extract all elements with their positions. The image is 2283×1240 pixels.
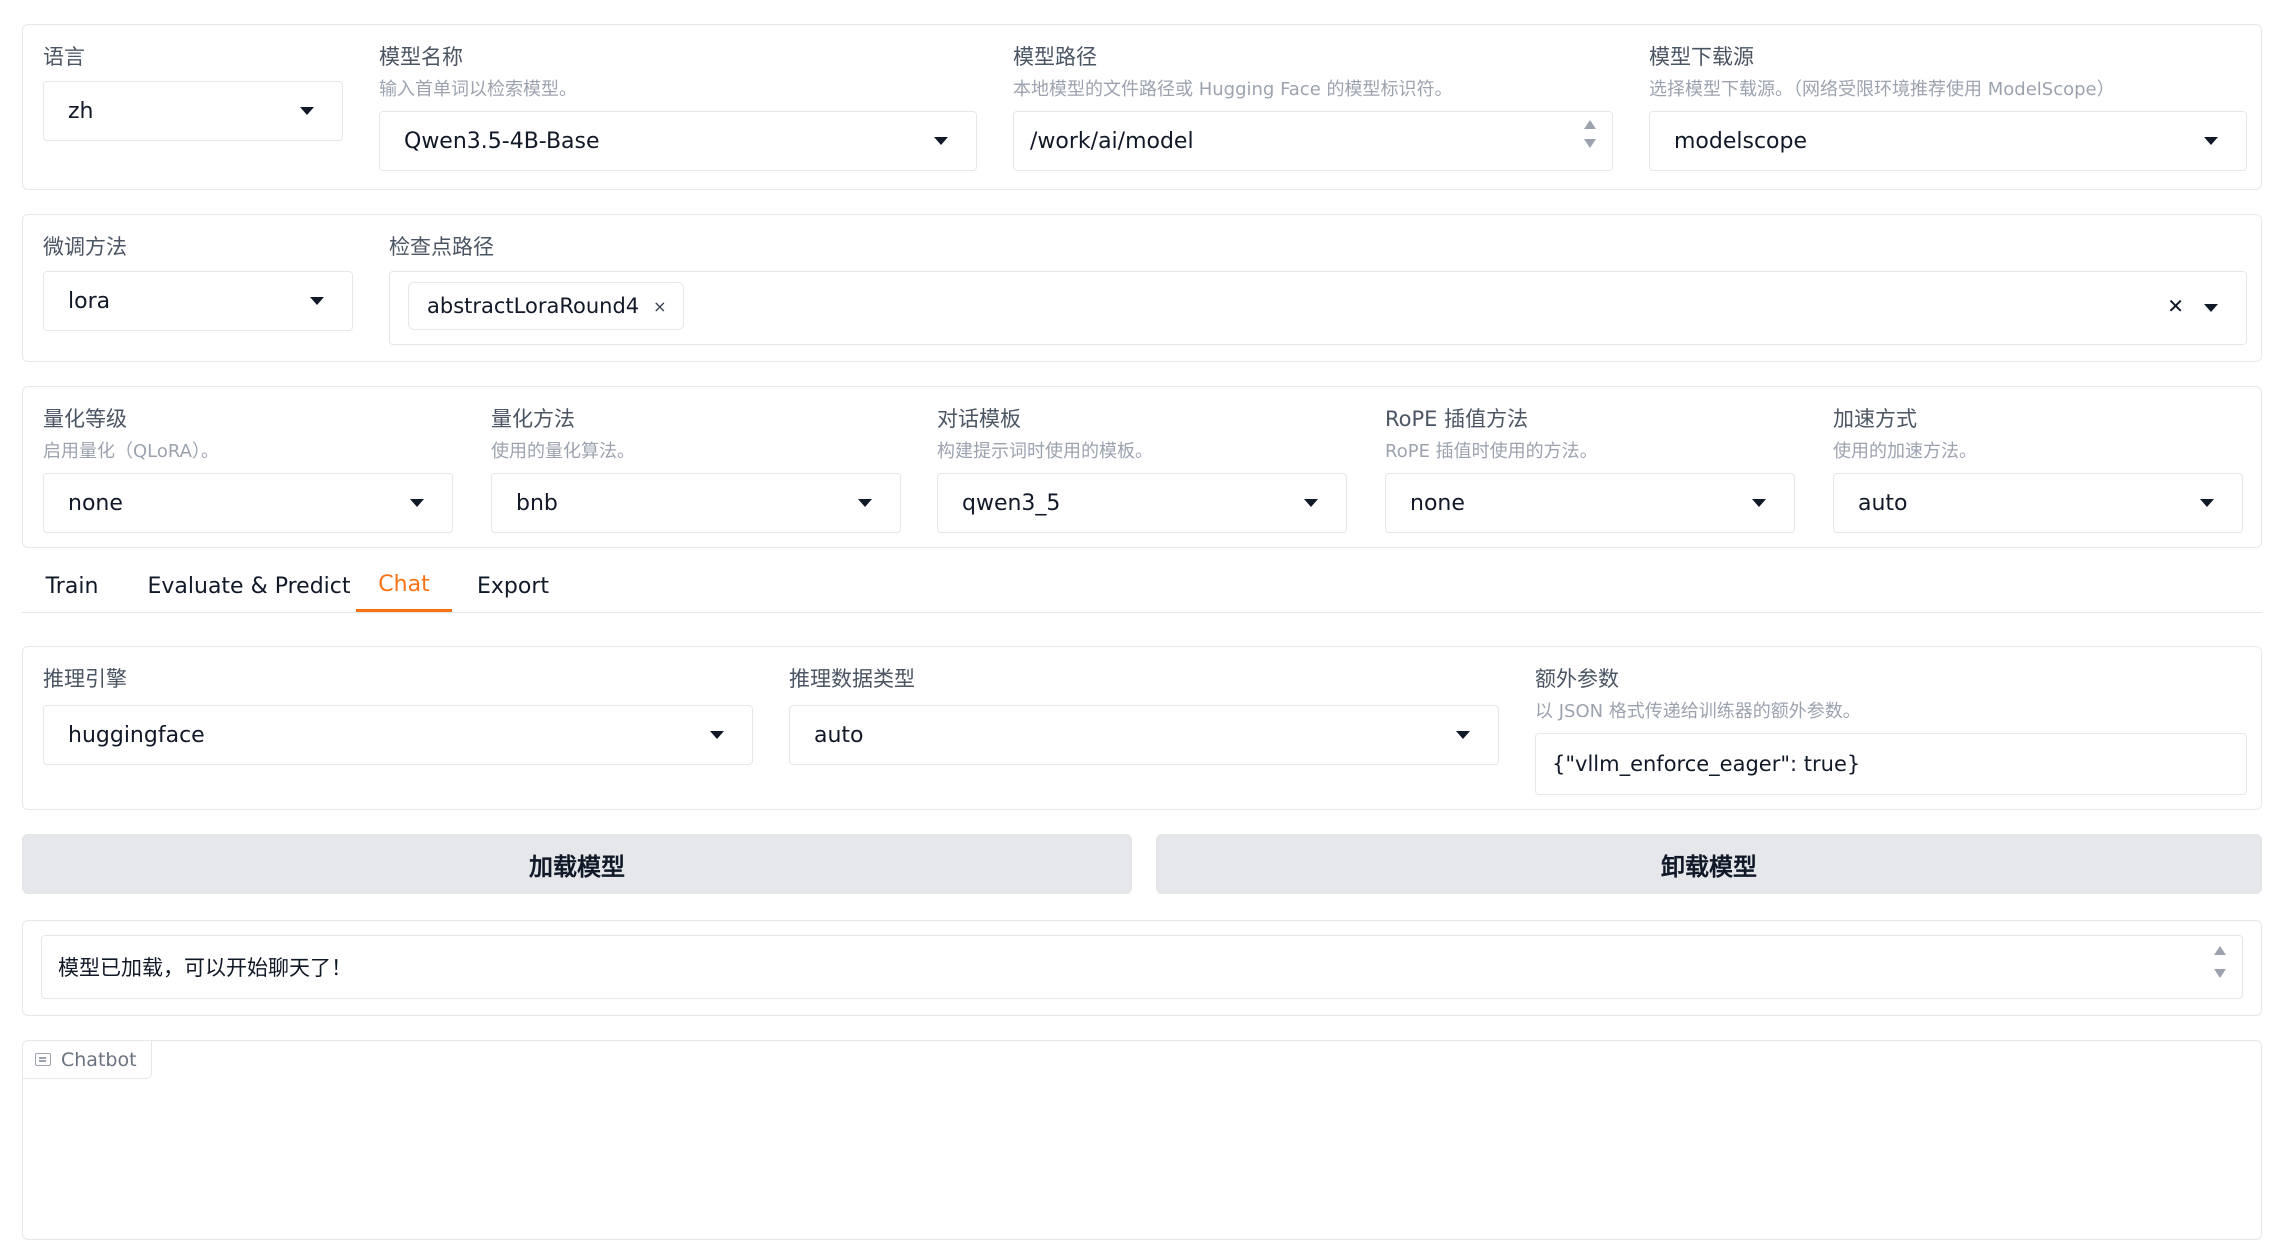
model-name-hint: 输入首单词以检索模型。 (379, 79, 577, 100)
quant-bit-value: none (68, 490, 123, 516)
language-label: 语言 (43, 45, 85, 69)
hub-hint: 选择模型下载源。（网络受限环境推荐使用 ModelScope） (1649, 79, 2115, 100)
tab-export[interactable]: Export (470, 560, 556, 612)
template-hint: 构建提示词时使用的模板。 (937, 441, 1153, 462)
chevron-down-icon (934, 137, 948, 145)
chevron-down-icon (710, 731, 724, 739)
model-path-label: 模型路径 (1013, 45, 1097, 69)
chevron-down-icon (1304, 499, 1318, 507)
infer-backend-label: 推理引擎 (43, 667, 127, 691)
language-value: zh (68, 98, 94, 124)
chatbot-panel: Chatbot (22, 1040, 2262, 1240)
quant-method-select[interactable]: bnb (491, 473, 901, 533)
language-select[interactable]: zh (43, 81, 343, 141)
quant-method-label: 量化方法 (491, 407, 575, 431)
infer-dtype-label: 推理数据类型 (789, 667, 915, 691)
finetune-panel: 微调方法 lora 检查点路径 abstractLoraRound4 × ✕ (22, 214, 2262, 362)
quant-bit-label: 量化等级 (43, 407, 127, 431)
chevron-down-icon (300, 107, 314, 115)
infer-backend-value: huggingface (68, 722, 205, 748)
hub-select[interactable]: modelscope (1649, 111, 2247, 171)
unload-model-button[interactable]: 卸载模型 (1156, 834, 2262, 894)
info-panel: 模型已加载，可以开始聊天了！ (22, 920, 2262, 1016)
advanced-panel: 量化等级 启用量化（QLoRA）。 none 量化方法 使用的量化算法。 bnb… (22, 386, 2262, 548)
chevron-down-icon (2200, 499, 2214, 507)
quant-method-hint: 使用的量化算法。 (491, 441, 635, 462)
info-textbox[interactable]: 模型已加载，可以开始聊天了！ (41, 935, 2243, 999)
chatbot-label: Chatbot (23, 1041, 152, 1079)
quant-bit-select[interactable]: none (43, 473, 453, 533)
template-label: 对话模板 (937, 407, 1021, 431)
quant-method-value: bnb (516, 490, 558, 516)
tab-evaluate-predict[interactable]: Evaluate & Predict (140, 560, 358, 612)
infer-backend-select[interactable]: huggingface (43, 705, 753, 765)
model-path-input[interactable]: /work/ai/model (1013, 111, 1613, 171)
finetune-method-label: 微调方法 (43, 235, 127, 259)
booster-select[interactable]: auto (1833, 473, 2243, 533)
rope-hint: RoPE 插值时使用的方法。 (1385, 441, 1598, 462)
booster-label: 加速方式 (1833, 407, 1917, 431)
checkpoint-chip: abstractLoraRound4 × (408, 282, 684, 330)
infer-dtype-select[interactable]: auto (789, 705, 1499, 765)
template-value: qwen3_5 (962, 490, 1061, 516)
chevron-down-icon (1752, 499, 1766, 507)
finetune-method-select[interactable]: lora (43, 271, 353, 331)
hub-value: modelscope (1674, 128, 1808, 154)
quant-bit-hint: 启用量化（QLoRA）。 (43, 441, 219, 462)
model-path-hint: 本地模型的文件路径或 Hugging Face 的模型标识符。 (1013, 79, 1453, 100)
checkpoint-chip-label: abstractLoraRound4 (427, 294, 640, 318)
checkpoint-multiselect[interactable]: abstractLoraRound4 × ✕ (389, 271, 2247, 345)
infer-panel: 推理引擎 huggingface 推理数据类型 auto 额外参数 以 JSON… (22, 646, 2262, 810)
extra-args-hint: 以 JSON 格式传递给训练器的额外参数。 (1535, 701, 1861, 722)
main-tabs: Train Evaluate & Predict Chat Export (22, 560, 2262, 613)
rope-value: none (1410, 490, 1465, 516)
model-name-value: Qwen3.5-4B-Base (404, 128, 600, 154)
chevron-down-icon (858, 499, 872, 507)
chevron-down-icon (310, 297, 324, 305)
finetune-method-value: lora (68, 288, 111, 314)
rope-label: RoPE 插值方法 (1385, 407, 1529, 431)
info-text: 模型已加载，可以开始聊天了！ (58, 956, 352, 980)
booster-hint: 使用的加速方法。 (1833, 441, 1977, 462)
tab-chat[interactable]: Chat (356, 560, 452, 612)
chevron-down-icon (2204, 137, 2218, 145)
booster-value: auto (1858, 490, 1908, 516)
model-settings-panel: 语言 zh 模型名称 输入首单词以检索模型。 Qwen3.5-4B-Base 模… (22, 24, 2262, 190)
chip-remove-icon[interactable]: × (653, 297, 666, 316)
scroll-arrows-icon[interactable] (1584, 120, 1596, 148)
template-select[interactable]: qwen3_5 (937, 473, 1347, 533)
model-name-label: 模型名称 (379, 45, 463, 69)
extra-args-input[interactable]: {"vllm_enforce_eager": true} (1535, 733, 2247, 795)
chevron-down-icon (1456, 731, 1470, 739)
chevron-down-icon (2204, 304, 2218, 312)
infer-dtype-value: auto (814, 722, 864, 748)
load-model-button[interactable]: 加载模型 (22, 834, 1132, 894)
checkpoint-label: 检查点路径 (389, 235, 494, 259)
model-name-select[interactable]: Qwen3.5-4B-Base (379, 111, 977, 171)
scroll-arrows-icon[interactable] (2214, 946, 2226, 978)
chatbot-label-text: Chatbot (61, 1048, 137, 1071)
model-path-value: /work/ai/model (1030, 128, 1194, 154)
hub-label: 模型下载源 (1649, 45, 1754, 69)
chat-icon (35, 1053, 51, 1066)
extra-args-value: {"vllm_enforce_eager": true} (1552, 752, 1861, 776)
extra-args-label: 额外参数 (1535, 667, 1619, 691)
chevron-down-icon (410, 499, 424, 507)
clear-icon[interactable]: ✕ (2167, 294, 2184, 318)
rope-select[interactable]: none (1385, 473, 1795, 533)
tab-train[interactable]: Train (22, 560, 122, 612)
